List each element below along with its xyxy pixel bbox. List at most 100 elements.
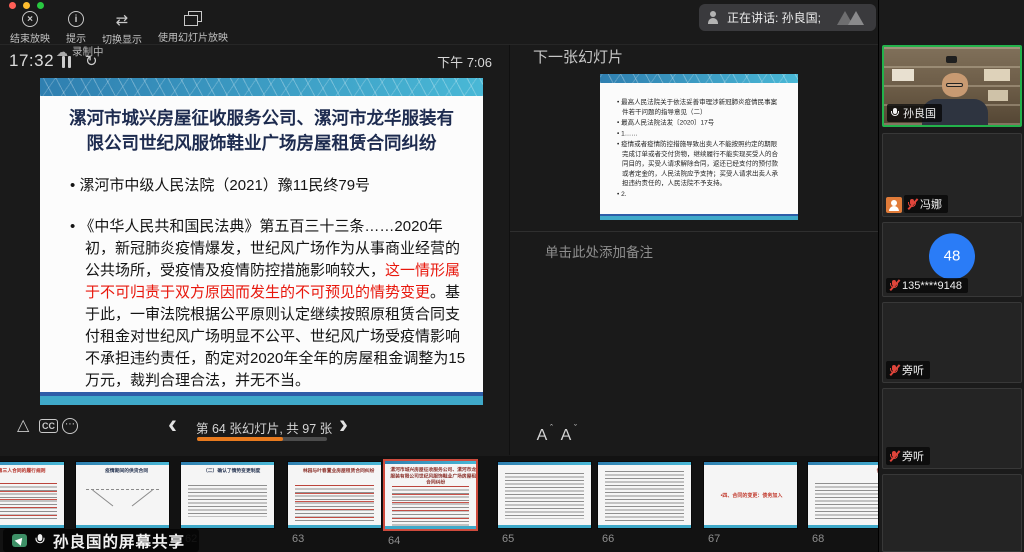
preview-bullet-list: 最高人民法院关于依法妥善审理涉新冠肺炎疫情民事案件若干问题的指导意见（二）最高人…: [610, 96, 786, 200]
avatar: [929, 148, 975, 194]
toolbar-use-slideshow-button[interactable]: 使用幻灯片放映: [158, 11, 228, 46]
participant-tile-孙良国[interactable]: 孙良国: [882, 45, 1022, 127]
participant-tile-旁听[interactable]: 旁听: [882, 302, 1022, 383]
participant-tile-旁听[interactable]: 旁听: [882, 388, 1022, 469]
font-decrease-button[interactable]: A: [557, 427, 575, 445]
thumbnail[interactable]: 第三人合同的履行规则: [0, 461, 65, 529]
participant-badges: 旁听: [886, 447, 930, 465]
preview-bullet: 最高人民法院法发〔2020〕17号: [617, 118, 783, 128]
more-tools-button[interactable]: ⋯: [62, 418, 78, 434]
thumbnail-slide-65[interactable]: 65: [497, 461, 592, 545]
next-slide-preview[interactable]: 最高人民法院关于依法妥善审理涉新冠肺炎疫情民事案件若干问题的指导意见（二）最高人…: [600, 74, 798, 220]
toolbar-tips-button[interactable]: i提示: [66, 11, 86, 46]
pause-timer-button[interactable]: [62, 56, 74, 68]
thumbnail-number: 64: [383, 535, 478, 547]
thumbnail[interactable]: （二）确认了情势变更制度: [180, 461, 275, 529]
thumbnail-text-lines: [815, 483, 878, 519]
slide-title: 漯河市城兴房屋征收服务公司、漯河市龙华服装有限公司世纪风服饰鞋业广场房屋租赁合同…: [64, 106, 459, 155]
participant-badges: 孙良国: [887, 104, 942, 122]
thumbnail-slide-pos1[interactable]: 疫情期间的供货合同: [75, 461, 170, 529]
participant-name: 孙良国: [903, 105, 936, 121]
slide-bullet: • 漯河市中级人民法院（2021）豫11民终79号: [70, 175, 471, 197]
toolbar-divider: [0, 44, 878, 45]
toolbar-switch-display-button[interactable]: ⇄切换显示: [102, 11, 142, 46]
slide-bullet-text: 漯河市中级人民法院（2021）豫11民终79号: [79, 177, 370, 194]
previous-slide-button[interactable]: ‹: [168, 409, 177, 440]
use-slideshow-icon: [184, 11, 202, 26]
thumbnail[interactable]: 漯河市城兴房屋征收服务公司、漯河市龙华服装有限公司世纪风服饰鞋业广场房屋租赁合同…: [383, 459, 478, 531]
notes-area[interactable]: 单击此处添加备注: [510, 232, 878, 422]
video-scene-element: [946, 83, 963, 87]
thumbnail-band: [808, 525, 878, 528]
thumbnail-body: （二）确认了情势变更制度: [181, 465, 274, 525]
participant-tile-partial[interactable]: [882, 474, 1022, 552]
mic-muted-icon: [889, 364, 899, 377]
thumbnail-band: [288, 525, 381, 528]
thumbnail-text-lines: [295, 485, 374, 523]
end-show-icon: ×: [22, 11, 38, 27]
thumbnail-band: [704, 525, 797, 528]
mic-muted-icon: [889, 450, 899, 463]
font-increase-button[interactable]: A: [533, 427, 551, 445]
reset-timer-button[interactable]: ↻: [85, 52, 98, 70]
thumbnail-band: [498, 525, 591, 528]
thumbnail[interactable]: [597, 461, 692, 529]
preview-footer-band: [600, 214, 798, 220]
avatar: [929, 316, 975, 362]
avatar: 48: [929, 233, 975, 279]
share-badge-label: 孙良国的屏幕共享: [53, 530, 185, 552]
zoom-window-button[interactable]: [37, 2, 44, 9]
preview-bullet: 1……: [617, 128, 783, 138]
thumbnail[interactable]: [497, 461, 592, 529]
minimize-window-button[interactable]: [23, 2, 30, 9]
thumbnail-slide-63[interactable]: 林园与叶春置业房屋租赁合同纠纷63: [287, 461, 382, 545]
thumbnail-band: [181, 525, 274, 528]
participant-name: 旁听: [902, 448, 924, 464]
thumbnail-body: 漯河市城兴房屋征收服务公司、漯河市龙华服装有限公司世纪风服饰鞋业广场房屋租赁合同…: [385, 464, 476, 526]
preview-bullet: 最高人民法院关于依法妥善审理涉新冠肺炎疫情民事案件若干问题的指导意见（二）: [617, 97, 783, 117]
thumbnail-slide-64[interactable]: 漯河市城兴房屋征收服务公司、漯河市龙华服装有限公司世纪风服饰鞋业广场房屋租赁合同…: [383, 459, 478, 547]
thumbnail[interactable]: 林园与叶春置业房屋租赁合同纠纷: [287, 461, 382, 529]
share-mic-icon: [34, 533, 46, 548]
pen-tool-button[interactable]: △: [17, 415, 29, 435]
thumbnail-title: 债务加入认定: [812, 468, 878, 474]
toolbar-button-label: 提示: [66, 30, 86, 45]
participant-tile-冯娜[interactable]: 冯娜: [882, 133, 1022, 217]
current-time: 下午 7:06: [428, 52, 492, 71]
next-slide-header: 下一张幻灯片: [533, 46, 623, 67]
thumbnail-number: 65: [497, 533, 592, 545]
screen-share-badge: 孙良国的屏幕共享: [3, 529, 199, 552]
host-badge-icon: [886, 197, 902, 213]
thumbnail-body: 林园与叶春置业房屋租赁合同纠纷: [288, 465, 381, 525]
participant-tile-135****9148[interactable]: 48135****9148: [882, 222, 1022, 297]
video-scene-element: [892, 69, 914, 81]
slide-progress-bar: [197, 437, 327, 441]
avatar: [929, 402, 975, 448]
thumbnail[interactable]: •四、合同的变更：债务加入: [703, 461, 798, 529]
thumbnail-number: 68: [807, 533, 878, 545]
thumbnail[interactable]: 债务加入认定: [807, 461, 878, 529]
current-slide: 漯河市城兴房屋征收服务公司、漯河市龙华服装有限公司世纪风服饰鞋业广场房屋租赁合同…: [40, 78, 483, 405]
thumbnail-slide-68[interactable]: 债务加入认定 68: [807, 461, 878, 545]
thumbnail-slide-66[interactable]: 66: [597, 461, 692, 545]
captions-button[interactable]: CC: [39, 419, 58, 433]
thumbnail-body: 第三人合同的履行规则: [0, 465, 64, 525]
thumbnail-title: 第三人合同的履行规则: [0, 468, 65, 474]
thumbnail-title: 林园与叶春置业房屋租赁合同纠纷: [292, 468, 382, 474]
next-slide-button[interactable]: ›: [339, 409, 348, 440]
participant-badges: 旁听: [886, 361, 930, 379]
thumbnail[interactable]: 疫情期间的供货合同: [75, 461, 170, 529]
thumbnail-diagram: [86, 489, 159, 513]
thumbnail-slide-67[interactable]: •四、合同的变更：债务加入67: [703, 461, 798, 545]
thumbnail-title: 疫情期间的供货合同: [80, 468, 170, 474]
thumbnail-text-lines: [392, 486, 469, 526]
thumbnail-body: [598, 465, 691, 525]
slide-footer-band: [40, 392, 483, 405]
thumbnail-text-lines: [605, 471, 684, 523]
toolbar-end-show-button[interactable]: ×结束放映: [10, 11, 50, 46]
thumbnail-text-lines: [188, 485, 267, 517]
slide-bullet: • 《中华人民共和国民法典》第五百三十三条……2020年初，新冠肺炎疫情爆发，世…: [70, 216, 471, 392]
thumbnail-slide-pos0[interactable]: 第三人合同的履行规则: [0, 461, 65, 529]
slide-body: • 漯河市中级人民法院（2021）豫11民终79号 • 《中华人民共和国民法典》…: [70, 175, 471, 392]
close-window-button[interactable]: [9, 2, 16, 9]
